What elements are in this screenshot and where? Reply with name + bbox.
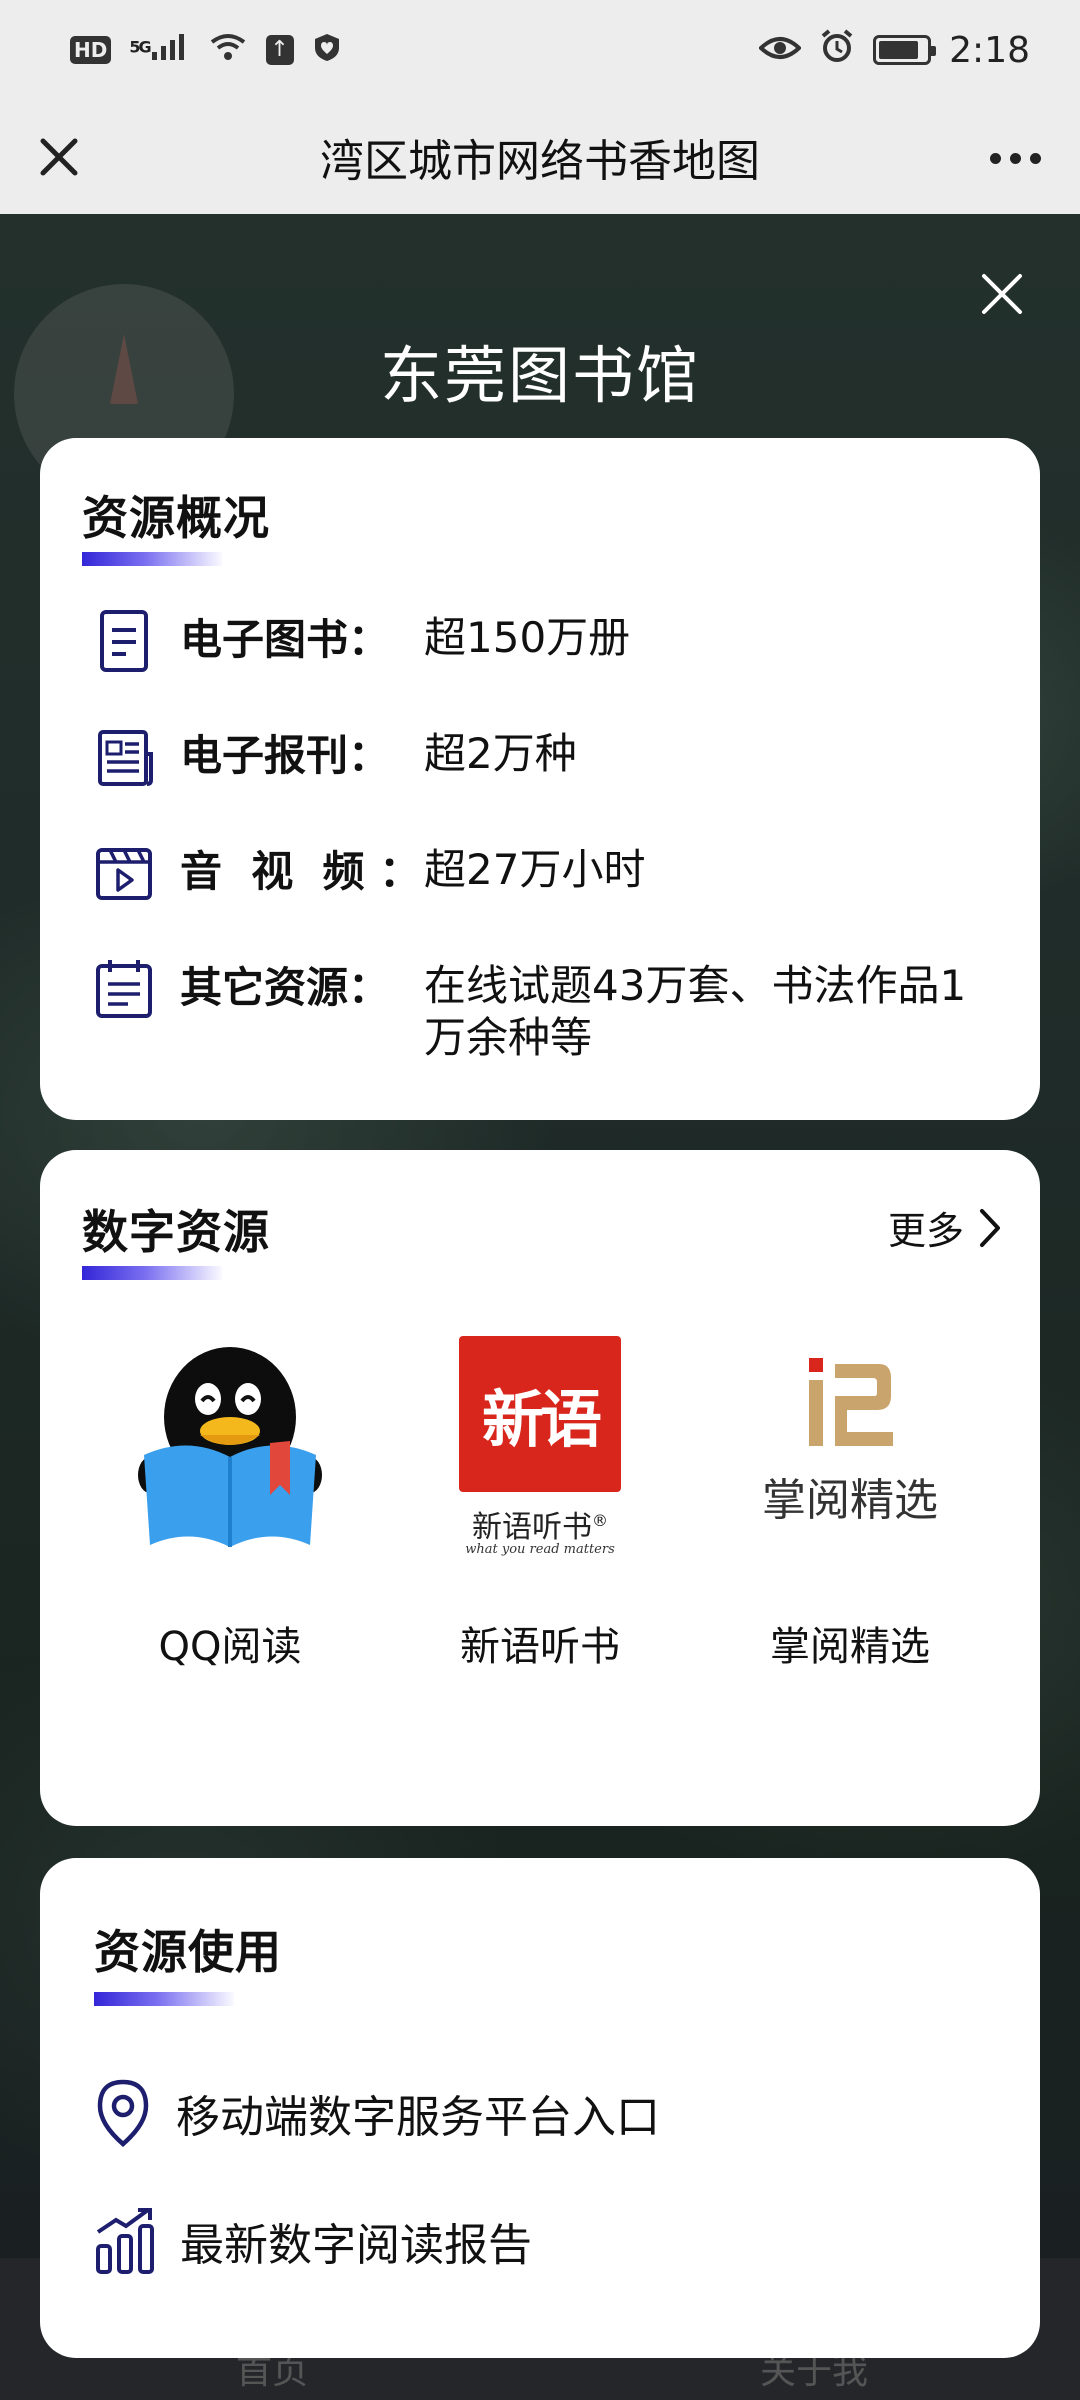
overview-value: 超2万种 xyxy=(424,729,577,778)
resource-overview-card: 资源概况 电子图书： 超150万册 电子报刊： 超2万种 音 视 频 ： 超27… xyxy=(40,438,1040,1120)
chevron-right-icon xyxy=(980,1208,1000,1247)
title-underline xyxy=(82,1266,222,1280)
xinyu-logo-caption: 新语听书® xyxy=(472,1510,608,1545)
bar-chart-icon xyxy=(96,2208,154,2274)
app-name: QQ阅读 xyxy=(158,1624,302,1670)
app-zhangyue[interactable]: 掌阅精选 掌阅精选 xyxy=(700,1330,1000,1672)
xinyu-logo: 新语 新语听书® what you read matters xyxy=(435,1330,645,1570)
overview-label: 其它资源： xyxy=(180,963,391,1012)
library-name: 东莞图书馆 xyxy=(379,339,700,412)
more-link[interactable]: 更多 xyxy=(888,1200,1004,1255)
eye-icon xyxy=(758,30,803,71)
usage-title: 资源使用 xyxy=(94,1925,282,1979)
location-pin-icon xyxy=(97,2079,149,2147)
usage-row-reading-report[interactable]: 最新数字阅读报告 xyxy=(94,2206,532,2276)
usage-row-mobile-platform[interactable]: 移动端数字服务平台入口 xyxy=(94,2078,660,2148)
app-name: 新语听书 xyxy=(460,1624,620,1670)
title-underline xyxy=(82,552,222,566)
zhangyue-logo-text: 掌阅精选 xyxy=(762,1475,938,1526)
xinyu-logo-text: 新语 xyxy=(481,1383,602,1456)
overview-row-others: 其它资源： 在线试题43万套、书法作品1万余种等 xyxy=(94,956,994,1064)
xinyu-slogan: what you read matters xyxy=(465,1542,615,1557)
overview-label: 电子报刊： xyxy=(180,731,391,780)
popup-close-icon[interactable] xyxy=(970,262,1034,326)
status-bar: HD 5G ↑ 2:18 xyxy=(0,0,1080,100)
heart-shield-icon xyxy=(312,30,342,71)
5g-signal-icon: 5G xyxy=(129,32,189,69)
app-xinyu[interactable]: 新语 新语听书® what you read matters 新语听书 xyxy=(390,1330,690,1672)
digital-resources-card: 数字资源 更多 QQ阅读 新语 新语听书® what you read matt… xyxy=(40,1150,1040,1826)
status-left: HD 5G ↑ xyxy=(70,30,342,71)
status-right: 2:18 xyxy=(758,28,1030,73)
battery-icon xyxy=(873,35,937,65)
resource-usage-card: 资源使用 移动端数字服务平台入口 最新数字阅读报告 xyxy=(40,1858,1040,2358)
zhangyue-logo: 掌阅精选 xyxy=(745,1330,955,1570)
overview-row-periodicals: 电子报刊： 超2万种 xyxy=(94,724,994,790)
title-underline xyxy=(94,1992,234,2006)
calendar-list-icon xyxy=(94,956,154,1022)
more-options-icon[interactable] xyxy=(980,130,1050,186)
hd-icon: HD xyxy=(70,36,112,64)
app-name: 掌阅精选 xyxy=(770,1624,930,1670)
page-title: 湾区城市网络书香地图 xyxy=(320,136,760,187)
digital-title: 数字资源 xyxy=(82,1205,270,1259)
overview-row-av: 音 视 频 ： 超27万小时 xyxy=(94,840,994,906)
newspaper-icon xyxy=(94,724,154,790)
overview-row-ebooks: 电子图书： 超150万册 xyxy=(94,608,994,674)
upload-icon: ↑ xyxy=(265,35,294,65)
usage-label: 移动端数字服务平台入口 xyxy=(176,2092,660,2143)
overview-title: 资源概况 xyxy=(82,491,270,545)
document-icon xyxy=(94,608,154,674)
more-label: 更多 xyxy=(887,1209,964,1253)
app-qq-reading[interactable]: QQ阅读 xyxy=(80,1330,380,1672)
close-icon[interactable] xyxy=(28,126,90,188)
title-bar: 湾区城市网络书香地图 xyxy=(0,100,1080,214)
clock-time: 2:18 xyxy=(949,29,1030,71)
overview-label: 电子图书： xyxy=(180,615,391,664)
overview-label: 音 视 频 ： xyxy=(180,847,422,896)
video-icon xyxy=(94,840,154,906)
overview-value: 在线试题43万套、书法作品1万余种等 xyxy=(424,961,967,1062)
overview-value: 超150万册 xyxy=(424,613,631,662)
overview-value: 超27万小时 xyxy=(424,845,646,894)
alarm-icon xyxy=(819,28,855,73)
usage-label: 最新数字阅读报告 xyxy=(180,2220,532,2271)
qq-reading-logo xyxy=(125,1330,335,1570)
wifi-icon xyxy=(208,30,248,71)
